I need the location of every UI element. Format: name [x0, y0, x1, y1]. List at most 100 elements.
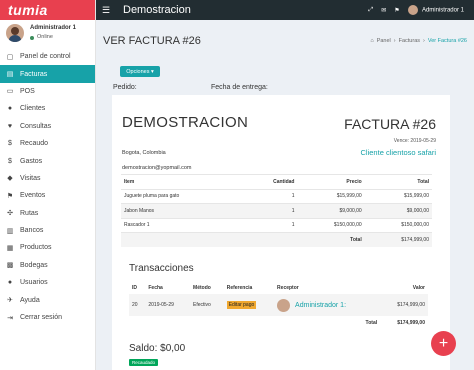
col-item: Item: [121, 174, 243, 189]
table-row: Juguete pluma para gato 1 $15,999,00 $15,99…: [121, 188, 432, 204]
sidebar-item-label: Recaudo: [20, 140, 49, 148]
content-header: VER FACTURA #26 ⌂ Panel › Facturas › Ver…: [103, 35, 471, 47]
sidebar-item-rutas[interactable]: ✣ Rutas: [0, 205, 95, 222]
col-value: Valor: [412, 284, 425, 291]
sidebar-item-cerrar-sesi-n[interactable]: ⇥ Cerrar sesión: [0, 309, 95, 326]
transactions-total-row: Total $174,999,00: [129, 316, 428, 330]
app-title: Demostracion: [123, 4, 191, 16]
sidebar-item-productos[interactable]: ▦ Productos: [0, 239, 95, 256]
breadcrumb-current: Ver Factura #26: [427, 38, 467, 44]
item-name: Rascador 1: [121, 217, 243, 233]
avatar: [6, 24, 24, 42]
pos-icon: ▭: [6, 88, 14, 96]
item-quantity: 1: [242, 188, 298, 204]
sidebar-item-bancos[interactable]: ▥ Bancos: [0, 222, 95, 239]
sidebar-item-label: Bancos: [20, 227, 44, 235]
brand-logo[interactable]: tumia: [0, 0, 95, 20]
item-price: $150,000,00: [297, 217, 365, 233]
invoice-number: FACTURA #26: [344, 116, 436, 132]
sidebar-item-label: POS: [20, 87, 35, 95]
transaction-method: Efectivo: [190, 294, 224, 316]
item-total: $15,999,00: [364, 188, 432, 204]
sidebar-menu: ▢ Panel de control ▤ Facturas ▭ POS ● Clientes ♥…: [0, 48, 95, 326]
delivery-date-label: Fecha de entrega:: [211, 84, 268, 91]
transaction-value: $174,999,00: [380, 294, 428, 316]
map-marker-icon: ◆: [7, 175, 13, 183]
item-name: Jabon Manos: [121, 203, 243, 218]
help-icon: ✈: [7, 297, 13, 305]
sidebar-item-label: Ayuda: [20, 296, 40, 304]
consultations-icon: ♥: [7, 122, 13, 130]
home-icon: ⌂: [370, 38, 374, 44]
transactions-total-value: $174,999,00: [397, 320, 425, 326]
expenses-icon: $: [8, 157, 12, 165]
pedido-label: Pedido:: [113, 84, 137, 91]
invoice-icon: ▤: [6, 71, 14, 79]
sidebar-item-panel-de-control[interactable]: ▢ Panel de control: [0, 48, 95, 65]
sidebar-item-label: Usuarios: [20, 279, 48, 287]
brand-logo-text: tumia: [8, 2, 48, 18]
sidebar-item-clientes[interactable]: ● Clientes: [0, 100, 95, 117]
sidebar-item-label: Bodegas: [20, 261, 48, 269]
status-badge: Recaudado: [129, 359, 159, 366]
topbar-avatar: [407, 5, 418, 15]
invoice-total-row: Total $174,999,00: [121, 232, 432, 247]
main-content: Opciones ▾ Pedido: Fecha de entrega: DEM…: [112, 59, 450, 370]
sidebar-item-pos[interactable]: ▭ POS: [0, 83, 95, 100]
client-name[interactable]: clientoso safari: [386, 148, 436, 157]
sidebar-item-label: Gastos: [20, 157, 43, 165]
breadcrumb-panel[interactable]: Panel: [377, 38, 391, 44]
topbar: ☰ Demostracion ⤢ ✉ ⚑ Administrador 1: [96, 0, 474, 20]
sidebar-item-label: Facturas: [20, 70, 48, 78]
add-fab-button[interactable]: +: [431, 331, 456, 356]
item-total: $9,000,00: [364, 203, 432, 218]
sidebar-item-label: Panel de control: [20, 53, 71, 61]
hamburger-menu-icon[interactable]: ☰: [102, 5, 112, 16]
col-id: ID: [132, 284, 137, 291]
transactions-table: ID Fecha Método Referencia Receptor Valo…: [129, 281, 428, 330]
invoice-total-value: $174,999,00: [364, 232, 432, 247]
item-quantity: 1: [242, 217, 298, 233]
sidebar-item-label: Consultas: [20, 122, 52, 130]
sidebar-item-ayuda[interactable]: ✈ Ayuda: [0, 291, 95, 308]
edit-payment-button[interactable]: Editar pago: [226, 301, 257, 309]
sidebar-item-bodegas[interactable]: ▩ Bodegas: [0, 257, 95, 274]
sidebar-item-visitas[interactable]: ◆ Visitas: [0, 170, 95, 187]
options-button[interactable]: Opciones ▾: [120, 66, 160, 77]
col-total: Total: [364, 174, 432, 189]
company-city: Bogota, Colombia: [122, 150, 166, 156]
dashboard-icon: ▢: [6, 53, 14, 61]
table-row: 20 2019-05-29 Efectivo Editar pago Admin…: [129, 294, 428, 316]
bank-icon: ▥: [6, 227, 14, 235]
user-group-icon: ●: [7, 279, 13, 287]
sidebar-item-eventos[interactable]: ⚑ Eventos: [0, 187, 95, 204]
breadcrumb-facturas[interactable]: Facturas: [399, 38, 420, 44]
item-name: Juguete pluma para gato: [121, 188, 243, 204]
receiver-name[interactable]: Administrador 1:: [295, 302, 346, 309]
messages-icon[interactable]: ✉: [381, 7, 386, 14]
user-panel: Administrador 1 Online: [0, 20, 95, 46]
item-quantity: 1: [242, 203, 298, 218]
transactions-title: Transacciones: [129, 263, 194, 274]
item-total: $150,000,00: [364, 217, 432, 233]
col-method: Método: [193, 284, 211, 291]
logout-icon: ⇥: [7, 314, 13, 322]
topbar-user-name: Administrador 1: [421, 7, 464, 14]
sidebar-item-consultas[interactable]: ♥ Consultas: [0, 118, 95, 135]
invoice-panel: DEMOSTRACION FACTURA #26 Vence: 2019-05-…: [112, 95, 450, 370]
sidebar-item-facturas[interactable]: ▤ Facturas: [0, 65, 95, 83]
expand-icon[interactable]: ⤢: [368, 7, 373, 14]
sidebar-item-label: Productos: [20, 244, 52, 252]
sidebar-item-usuarios[interactable]: ● Usuarios: [0, 274, 95, 291]
flag-icon[interactable]: ⚑: [394, 7, 399, 14]
sidebar-item-gastos[interactable]: $ Gastos: [0, 152, 95, 169]
sidebar-item-recaudo[interactable]: $ Recaudo: [0, 135, 95, 152]
topbar-user-menu[interactable]: Administrador 1: [407, 5, 464, 15]
invoice-total-label: Total: [350, 237, 362, 243]
breadcrumb: ⌂ Panel › Facturas › Ver Factura #26: [370, 38, 467, 44]
invoice-items-table: Item Cantidad Precio Total Juguete pluma…: [121, 174, 432, 247]
products-icon: ▦: [6, 244, 14, 252]
receiver-avatar: [277, 298, 291, 312]
item-price: $9,000,00: [297, 203, 365, 218]
col-quantity: Cantidad: [242, 174, 298, 189]
